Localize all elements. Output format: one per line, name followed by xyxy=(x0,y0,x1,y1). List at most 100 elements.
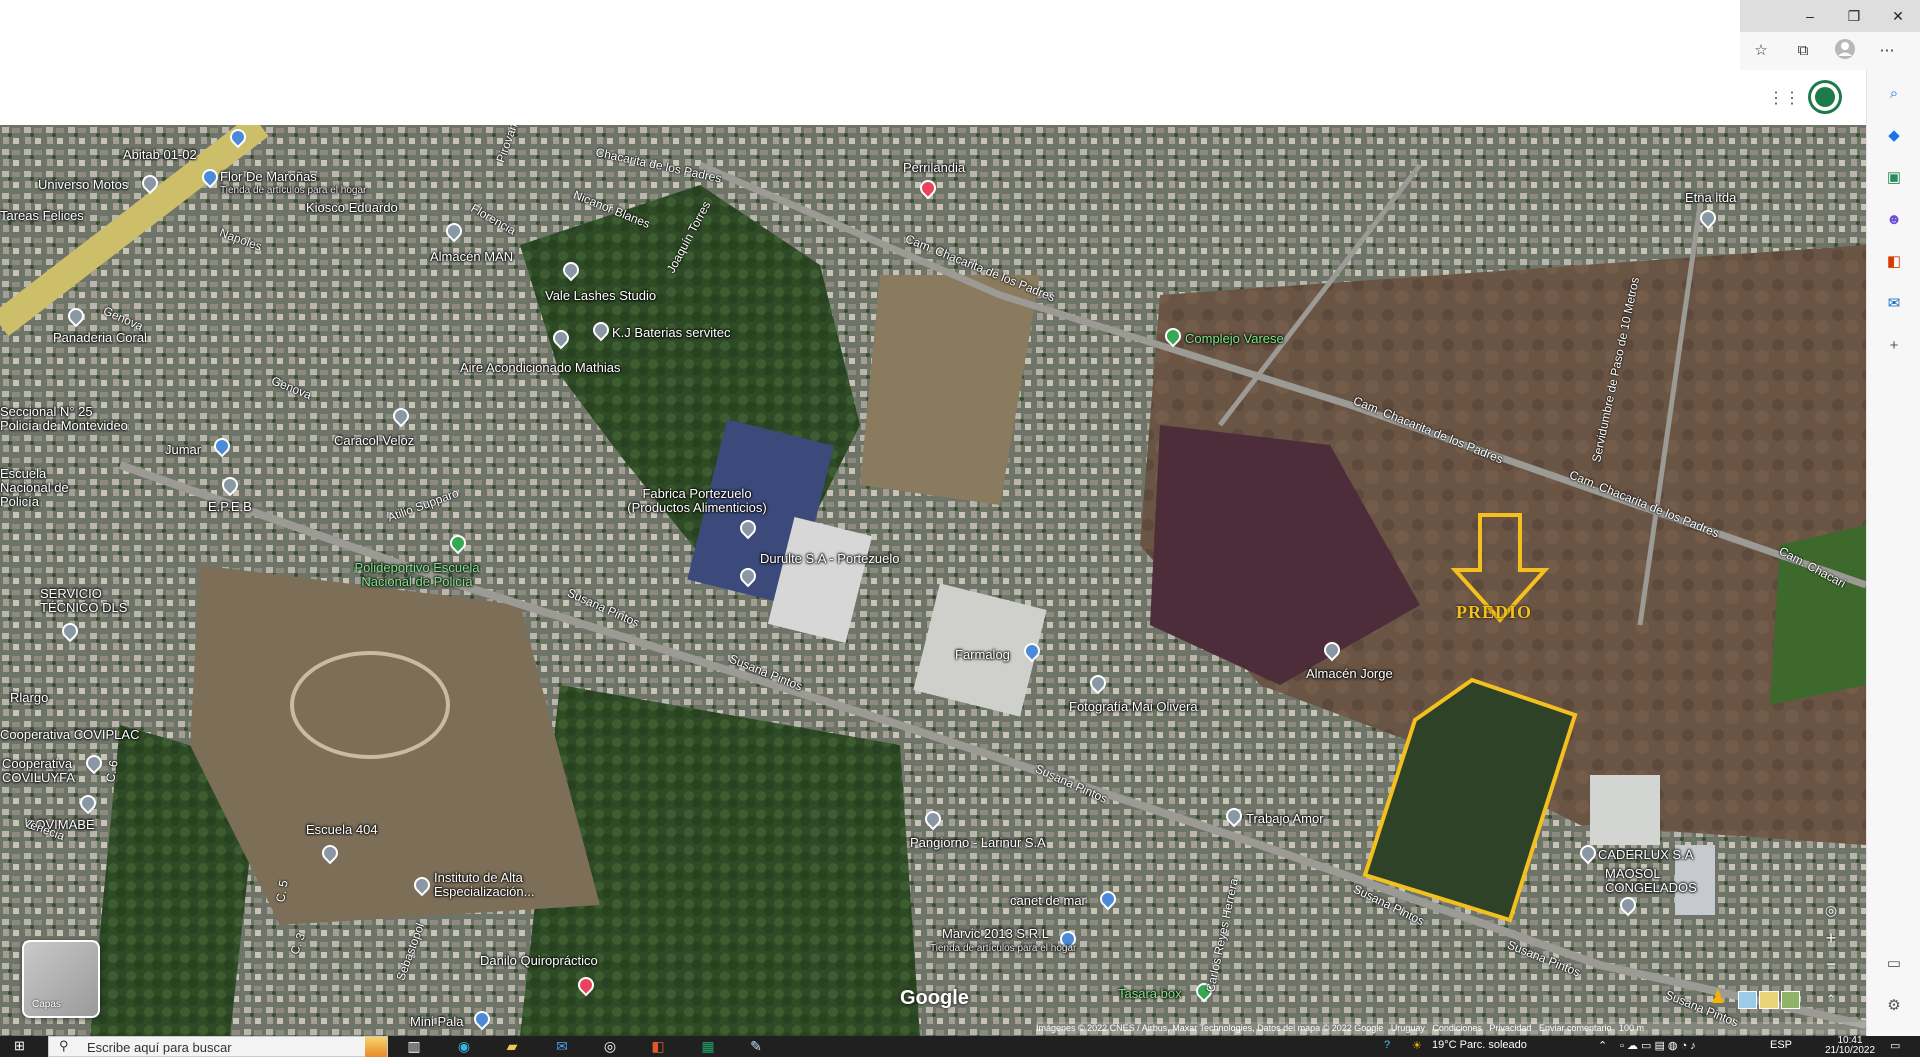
satellite-map[interactable]: PREDIO Abitab 01-02 Flor De Maroñas Tien… xyxy=(0,125,1866,1036)
weather-icon[interactable]: ☀ xyxy=(1412,1039,1422,1052)
place-label[interactable]: Marvic 2013 S.R.L xyxy=(942,926,1049,941)
place-label[interactable]: Flor De Maroñas xyxy=(220,169,317,184)
browser-sidebar: ⌕ ◆ ▣ ☻ ◧ ✉ + ▭ ⚙ xyxy=(1866,70,1920,1036)
excel-icon[interactable]: ▦ xyxy=(696,1037,720,1056)
office-icon[interactable]: ◧ xyxy=(646,1037,670,1056)
favorites-star-icon[interactable]: ☆ xyxy=(1748,38,1774,64)
office-icon[interactable]: ◧ xyxy=(1880,248,1908,276)
page-top-area: ⋮⋮ xyxy=(1740,70,1866,125)
profile-avatar-icon[interactable] xyxy=(1832,38,1858,64)
clock-date: 21/10/2022 xyxy=(1824,1045,1876,1056)
add-icon[interactable]: + xyxy=(1880,332,1908,360)
input-language[interactable]: ESP xyxy=(1770,1039,1792,1051)
layers-toggle-button[interactable]: Capas xyxy=(22,940,100,1018)
feedback-link[interactable]: Enviar comentario xyxy=(1539,1023,1612,1033)
layer-thumbnails[interactable] xyxy=(1738,991,1800,1009)
place-label[interactable]: Kiosco Eduardo xyxy=(306,200,398,215)
place-label[interactable]: Escuela Nacional de Policía xyxy=(0,467,95,509)
feather-app-icon[interactable]: ✎ xyxy=(744,1037,768,1056)
tag-icon[interactable]: ◆ xyxy=(1880,122,1908,150)
collections-icon[interactable]: ⧉ xyxy=(1790,38,1816,64)
minimize-button[interactable]: – xyxy=(1788,0,1832,32)
mail-icon[interactable]: ✉ xyxy=(550,1037,574,1056)
expand-chevron-icon[interactable]: ⌃ xyxy=(1818,987,1844,1013)
outlook-icon[interactable]: ✉ xyxy=(1880,290,1908,318)
apps-grid-icon[interactable]: ⋮⋮ xyxy=(1768,88,1800,108)
search-placeholder: Escribe aquí para buscar xyxy=(87,1040,232,1055)
zoom-out-button[interactable]: − xyxy=(1818,951,1844,977)
zoom-in-button[interactable]: + xyxy=(1818,925,1844,951)
my-location-icon[interactable]: ◎ xyxy=(1818,897,1844,923)
place-label[interactable]: Aire Acondicionado Mathias xyxy=(460,360,620,375)
layer-thumbnail[interactable] xyxy=(1780,991,1800,1009)
place-label[interactable]: Jumar xyxy=(165,442,201,457)
place-label[interactable]: Rlargo xyxy=(10,690,48,705)
place-label[interactable]: Panaderia Coral xyxy=(53,330,147,345)
place-label[interactable]: Trabajo Amor xyxy=(1246,811,1324,826)
place-label[interactable]: SERVICIO TÉCNICO DLS xyxy=(40,587,140,615)
avatar[interactable] xyxy=(1808,80,1842,114)
split-view-icon[interactable]: ▭ xyxy=(1880,950,1908,978)
people-icon[interactable]: ☻ xyxy=(1880,206,1908,234)
place-label[interactable]: Universo Motos xyxy=(38,177,128,192)
briefcase-icon[interactable]: ▣ xyxy=(1880,164,1908,192)
layers-label: Capas xyxy=(32,999,61,1010)
app-circle-icon[interactable]: ◎ xyxy=(598,1037,622,1056)
place-label[interactable]: Vale Lashes Studio xyxy=(545,288,656,303)
tray-overflow-chevron-icon[interactable]: ⌃ xyxy=(1598,1039,1607,1052)
title-bar: – ❐ ✕ xyxy=(1740,0,1920,32)
place-label[interactable]: Farmalog xyxy=(955,647,1010,662)
place-label[interactable]: Fotografía Mai Olivera xyxy=(1069,699,1198,714)
taskbar-clock[interactable]: 10:41 21/10/2022 xyxy=(1820,1036,1880,1056)
windows-start-icon[interactable]: ⊞ xyxy=(14,1038,30,1054)
search-icon: ⚲ xyxy=(59,1038,69,1053)
place-label[interactable]: Danilo Quiropráctico xyxy=(480,953,598,968)
place-label[interactable]: CADERLUX S.A xyxy=(1598,847,1693,862)
place-label[interactable]: Perrilandia xyxy=(903,160,965,175)
settings-icon[interactable]: ⚙ xyxy=(1880,992,1908,1020)
place-label[interactable]: Pangiorno - Larinur S.A xyxy=(910,835,1046,850)
place-label[interactable]: Seccional N° 25 Policía de Montevideo xyxy=(0,405,130,433)
place-label[interactable]: Almacén MAN xyxy=(430,249,513,264)
place-label[interactable]: Escuela 404 xyxy=(306,822,378,837)
place-label[interactable]: E.P.E.B xyxy=(208,499,252,514)
country-link[interactable]: Uruguay xyxy=(1391,1023,1425,1033)
scale-bar[interactable]: 100 m xyxy=(1619,1023,1644,1033)
file-explorer-icon[interactable]: ▰ xyxy=(500,1037,524,1056)
taskbar-search-input[interactable]: ⚲ Escribe aquí para buscar xyxy=(48,1036,388,1057)
weather-status[interactable]: 19°C Parc. soleado xyxy=(1432,1039,1527,1051)
help-icon[interactable]: ? xyxy=(1384,1039,1390,1051)
search-icon[interactable]: ⌕ xyxy=(1880,80,1908,108)
place-label[interactable]: K.J Baterias servitec xyxy=(612,325,731,340)
place-label[interactable]: MAOSOL CONGELADOS xyxy=(1605,867,1725,895)
place-label[interactable]: Caracol Veloz xyxy=(334,433,414,448)
place-label[interactable]: Mini Pala xyxy=(410,1014,463,1029)
place-label[interactable]: Tareas Felices xyxy=(0,208,84,223)
privacy-link[interactable]: Privacidad xyxy=(1489,1023,1531,1033)
place-label[interactable]: Fabrica Portezuelo (Productos Alimentici… xyxy=(612,487,782,515)
layer-thumbnail[interactable] xyxy=(1759,991,1779,1009)
place-label[interactable]: Cooperativa COVILUYFA xyxy=(2,757,92,785)
place-label[interactable]: Almacén Jorge xyxy=(1306,666,1393,681)
place-sublabel: Tienda de artículos para el hogar xyxy=(930,943,1077,954)
more-options-icon[interactable]: ⋯ xyxy=(1874,38,1900,64)
place-label[interactable]: Etna ltda xyxy=(1685,190,1736,205)
street-view-pegman-icon[interactable]: ♟ xyxy=(1708,987,1728,1011)
place-label[interactable]: canet de mar xyxy=(1010,893,1086,908)
notifications-icon[interactable]: ▭ xyxy=(1890,1039,1900,1052)
layer-thumbnail[interactable] xyxy=(1738,991,1758,1009)
close-button[interactable]: ✕ xyxy=(1876,0,1920,32)
place-label[interactable]: Polideportivo Escuela Nacional de Policí… xyxy=(342,561,492,589)
place-label[interactable]: Tasara box xyxy=(1118,986,1182,1001)
system-tray-icons[interactable]: ▫ ☁ ▭ ▤ ◍ ◔ ♪ xyxy=(1620,1039,1696,1052)
terms-link[interactable]: Condiciones xyxy=(1432,1023,1482,1033)
place-label[interactable]: Instituto de Alta Especialización... xyxy=(434,871,554,899)
place-label[interactable]: Complejo Varese xyxy=(1185,331,1284,346)
place-label[interactable]: Cooperativa COVIPLAC xyxy=(0,727,139,742)
edge-icon[interactable]: ◉ xyxy=(452,1037,476,1056)
place-label[interactable]: Abitab 01-02 xyxy=(123,147,197,162)
restore-button[interactable]: ❐ xyxy=(1832,0,1876,32)
map-attribution-bar: Imágenes © 2022 CNES / Airbus, Maxar Tec… xyxy=(1036,1022,1866,1034)
place-label[interactable]: Durulte S.A - Portezuelo xyxy=(760,551,899,566)
task-view-icon[interactable]: ▥ xyxy=(402,1037,426,1056)
